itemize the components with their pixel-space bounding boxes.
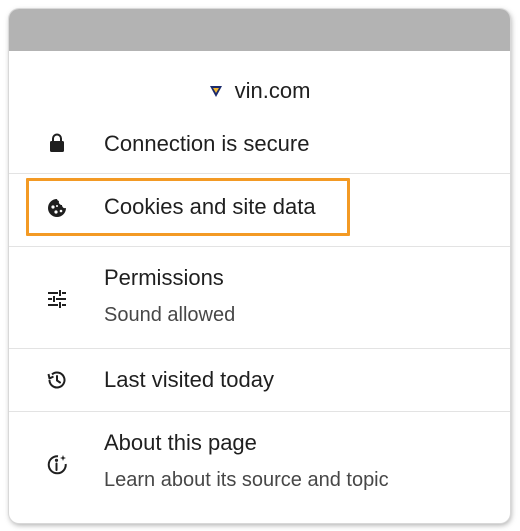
- info-spark-icon: [45, 453, 69, 477]
- cookie-icon: [45, 196, 69, 220]
- about-page-item[interactable]: About this page Learn about its source a…: [9, 412, 510, 516]
- permissions-sublabel: Sound allowed: [104, 304, 236, 326]
- site-domain: vin.com: [234, 78, 311, 103]
- history-icon: [45, 368, 69, 392]
- page-info-popup: vin.com Connection is secure Cookies and…: [9, 9, 510, 523]
- lock-icon: [45, 131, 69, 155]
- vin-logo-icon: [209, 86, 222, 97]
- connection-security-label: Connection is secure: [104, 131, 310, 156]
- cookies-site-data-item[interactable]: Cookies and site data: [9, 174, 510, 246]
- about-page-sublabel: Learn about its source and topic: [104, 469, 389, 491]
- top-bar: [9, 9, 510, 51]
- tune-icon: [45, 287, 69, 311]
- permissions-item[interactable]: Permissions Sound allowed: [9, 247, 510, 348]
- last-visited-label: Last visited today: [104, 367, 274, 392]
- highlight-box: [26, 178, 350, 236]
- permissions-label: Permissions: [104, 265, 224, 290]
- last-visited-item[interactable]: Last visited today: [9, 349, 510, 411]
- connection-security-item[interactable]: Connection is secure: [9, 131, 510, 173]
- about-page-label: About this page: [104, 430, 257, 455]
- site-header: vin.com: [9, 51, 510, 131]
